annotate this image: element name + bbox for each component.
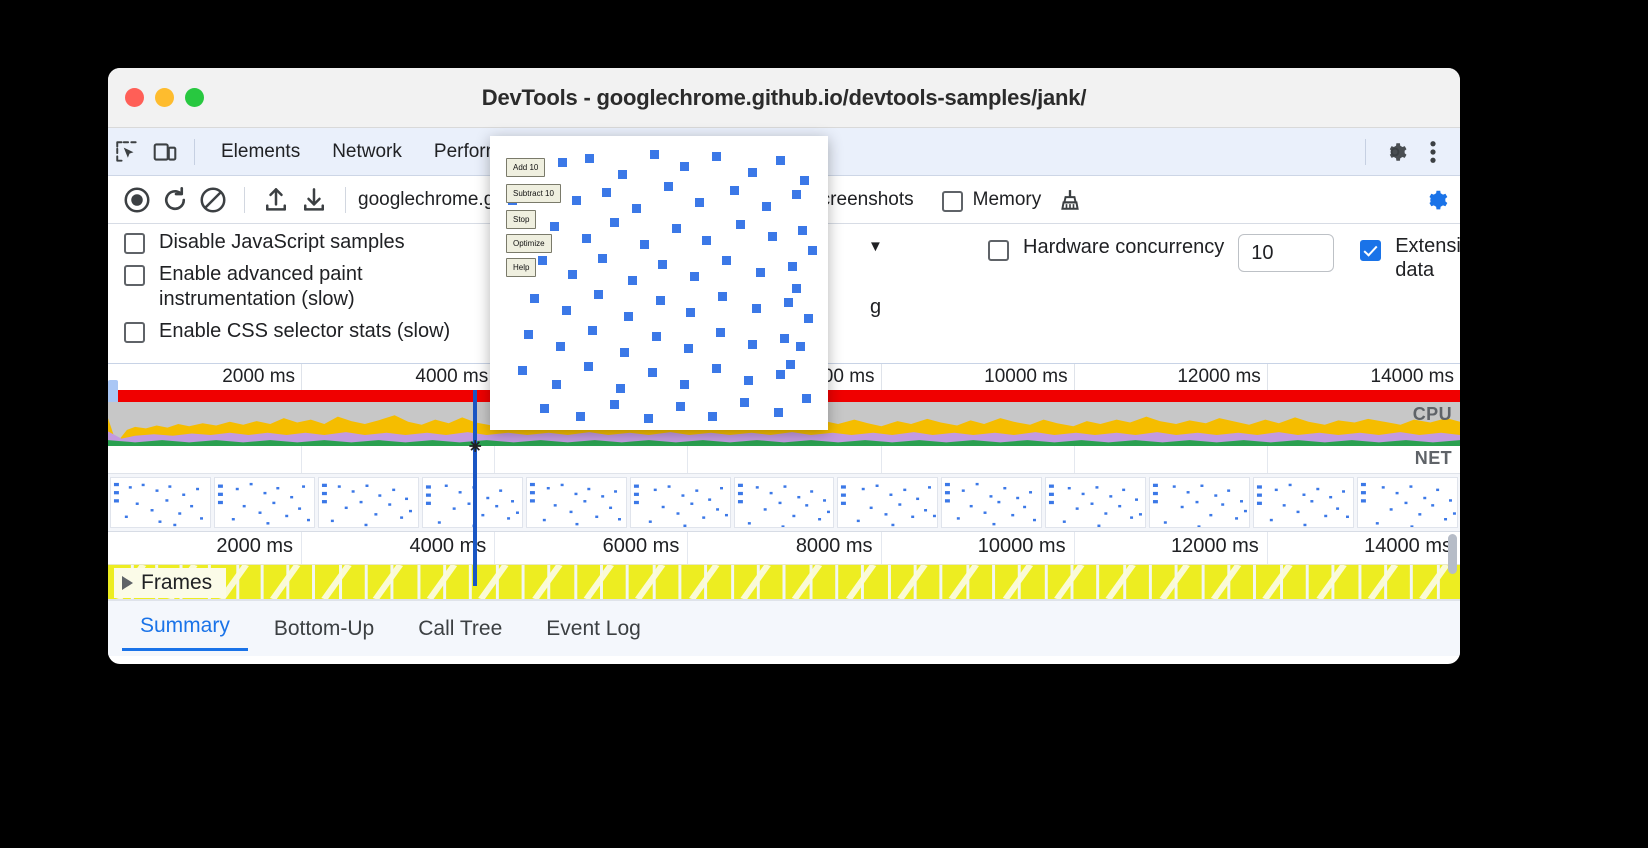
- filmstrip-frame[interactable]: [733, 477, 835, 528]
- perfbar-right-actions: [1416, 176, 1454, 223]
- filmstrip-frame[interactable]: [110, 477, 211, 528]
- memory-label[interactable]: Memory: [973, 189, 1042, 211]
- network-track-label: NET: [1414, 448, 1452, 468]
- frames-bars: [115, 565, 1450, 599]
- filmstrip-frame[interactable]: [1149, 477, 1251, 528]
- details-tabbar: Summary Bottom-Up Call Tree Event Log: [108, 600, 1460, 656]
- filmstrip-frame[interactable]: [525, 477, 627, 528]
- timeline-playhead[interactable]: ⁕: [466, 390, 484, 586]
- overview-tick-5: 10000 ms: [984, 366, 1068, 387]
- overview-tick-6: 12000 ms: [1177, 366, 1261, 387]
- reload-record-icon[interactable]: [156, 183, 194, 217]
- frames-track-label: Frames: [141, 571, 213, 594]
- hardware-concurrency-input[interactable]: 10: [1238, 234, 1335, 272]
- cpu-track-label: CPU: [1412, 404, 1452, 424]
- tab-summary[interactable]: Summary: [122, 606, 248, 651]
- tabbar-right-divider: [1365, 138, 1366, 165]
- jank-squares-canvas: [508, 150, 817, 423]
- hardware-concurrency-checkbox[interactable]: [988, 240, 1009, 261]
- disable-js-samples-label: Disable JavaScript samples: [159, 231, 405, 253]
- tab-network[interactable]: Network: [316, 137, 418, 167]
- flamechart-tick-1: 2000 ms: [216, 535, 294, 557]
- overview-tick-7: 14000 ms: [1370, 366, 1454, 387]
- filmstrip-frame[interactable]: [213, 477, 315, 528]
- expand-triangle-icon[interactable]: [122, 576, 133, 590]
- flamechart-tick-5: 10000 ms: [977, 535, 1066, 557]
- flamechart-tick-6: 12000 ms: [1170, 535, 1259, 557]
- throttling-value-label: g: [870, 296, 882, 318]
- window-titlebar: DevTools - googlechrome.github.io/devtoo…: [108, 68, 1460, 128]
- flamechart-ruler[interactable]: 2000 ms 4000 ms 6000 ms 8000 ms 10000 ms…: [108, 532, 1460, 564]
- filmstrip-frame[interactable]: [629, 477, 731, 528]
- filmstrip-frame[interactable]: [941, 477, 1043, 528]
- capture-settings-right-column: Hardware concurrency 10 Extension data: [988, 234, 1460, 282]
- filmstrip-frame[interactable]: [1253, 477, 1355, 528]
- tabbar-actions: [1355, 128, 1452, 175]
- upload-profile-icon[interactable]: [257, 183, 295, 217]
- filmstrip-frame[interactable]: [317, 477, 419, 528]
- filmstrip-frame[interactable]: [1045, 477, 1147, 528]
- extension-data-checkbox[interactable]: [1360, 240, 1382, 261]
- vertical-scrollbar[interactable]: [1448, 534, 1457, 574]
- perfbar-divider-1: [244, 186, 245, 213]
- screenshot-root: DevTools - googlechrome.github.io/devtoo…: [0, 0, 1648, 848]
- advanced-paint-label: Enable advanced paint instrumentation (s…: [159, 263, 363, 310]
- flame-chart-header: 2000 ms 4000 ms 6000 ms 8000 ms 10000 ms…: [108, 532, 1460, 600]
- frames-track[interactable]: Frames: [108, 564, 1460, 600]
- jank-stop-button[interactable]: Stop: [506, 210, 537, 229]
- device-toolbar-icon[interactable]: [146, 135, 184, 169]
- perfbar-divider-2: [345, 186, 346, 213]
- extension-data-label: Extension data: [1395, 235, 1460, 281]
- kebab-menu-icon[interactable]: [1414, 135, 1452, 169]
- tab-elements[interactable]: Elements: [205, 137, 316, 167]
- filmstrip-frame[interactable]: [1357, 477, 1458, 528]
- advanced-paint-checkbox[interactable]: [124, 265, 145, 287]
- disable-js-samples-checkbox[interactable]: [124, 233, 145, 254]
- network-track[interactable]: NET: [108, 446, 1460, 474]
- jank-subtract-button[interactable]: Subtract 10: [506, 184, 561, 203]
- frames-track-label-group[interactable]: Frames: [114, 568, 227, 598]
- playhead-grip-icon[interactable]: ⁕: [466, 434, 484, 460]
- css-selector-stats-label: Enable CSS selector stats (slow): [159, 320, 451, 343]
- download-profile-icon[interactable]: [295, 183, 333, 217]
- hardware-concurrency-label: Hardware concurrency: [1023, 236, 1225, 258]
- tab-bottom-up[interactable]: Bottom-Up: [256, 609, 392, 649]
- jank-add-button[interactable]: Add 10: [506, 158, 546, 177]
- throttling-dropdown[interactable]: ▼: [868, 238, 883, 256]
- jank-sample-page-popup[interactable]: Add 10 Subtract 10 Stop Optimize Help: [490, 136, 828, 430]
- overview-tick-1: 2000 ms: [222, 366, 296, 387]
- capture-settings-gear-icon[interactable]: [1416, 183, 1454, 217]
- jank-help-button[interactable]: Help: [506, 258, 537, 277]
- record-circle-icon[interactable]: [118, 183, 156, 217]
- filmstrip-track[interactable]: [108, 474, 1460, 532]
- window-title: DevTools - googlechrome.github.io/devtoo…: [481, 84, 1087, 110]
- gear-icon[interactable]: [1376, 135, 1414, 169]
- inspect-cursor-icon[interactable]: [108, 135, 146, 169]
- tab-call-tree[interactable]: Call Tree: [400, 609, 520, 649]
- overview-tick-2: 4000 ms: [415, 366, 489, 387]
- tabbar-divider: [194, 138, 195, 165]
- flamechart-tick-2: 4000 ms: [409, 535, 487, 557]
- filmstrip-frame[interactable]: [837, 477, 939, 528]
- flamechart-tick-3: 6000 ms: [602, 535, 680, 557]
- chevron-down-icon[interactable]: ▼: [868, 238, 883, 255]
- collect-garbage-icon[interactable]: [1051, 183, 1089, 217]
- flamechart-tick-7: 14000 ms: [1364, 535, 1452, 557]
- flamechart-tick-4: 8000 ms: [795, 535, 873, 557]
- tab-event-log[interactable]: Event Log: [528, 609, 659, 649]
- css-selector-stats-checkbox[interactable]: [124, 322, 145, 344]
- memory-checkbox[interactable]: [941, 190, 963, 212]
- jank-optimize-button[interactable]: Optimize: [506, 234, 552, 253]
- clear-icon[interactable]: [194, 183, 232, 217]
